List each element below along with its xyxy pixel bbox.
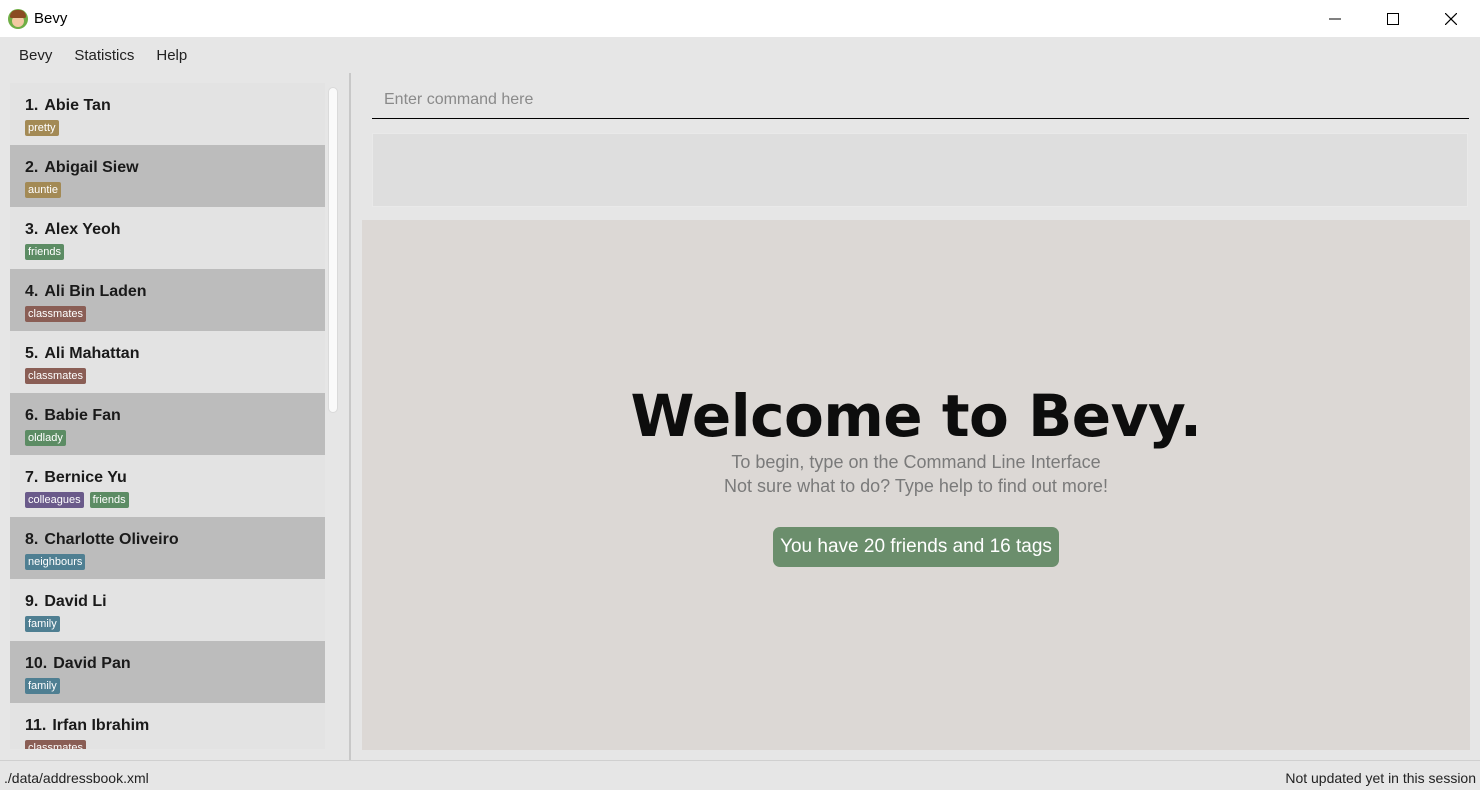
person-index: 10. — [25, 655, 48, 672]
person-card[interactable]: 6. Babie Fan oldlady — [10, 393, 325, 455]
person-name-row: 6. Babie Fan — [25, 407, 325, 427]
person-tags: auntie — [25, 182, 325, 198]
menu-help[interactable]: Help — [145, 47, 198, 64]
person-tags: classmates — [25, 306, 325, 322]
tag-badge: family — [25, 678, 60, 694]
person-name: David Li — [44, 593, 107, 610]
person-name-row: 11. Irfan Ibrahim — [25, 717, 325, 737]
person-card[interactable]: 5. Ali Mahattan classmates — [10, 331, 325, 393]
person-list[interactable]: 1. Abie Tan pretty 2. Abigail Siew auntie 3. Al… — [10, 83, 325, 749]
person-name-row: 3. Alex Yeoh — [25, 221, 325, 241]
tag-badge: family — [25, 616, 60, 632]
status-bar: ./data/addressbook.xml Not updated yet i… — [0, 760, 1480, 790]
person-card[interactable]: 4. Ali Bin Laden classmates — [10, 269, 325, 331]
person-name: Abigail Siew — [44, 159, 139, 176]
person-card[interactable]: 9. David Li family — [10, 579, 325, 641]
bevy-app-icon — [8, 8, 28, 29]
menu-bar: Bevy Statistics Help — [0, 37, 1480, 73]
person-tags: colleagues friends — [25, 492, 325, 508]
minimize-icon — [1329, 18, 1341, 19]
person-card[interactable]: 8. Charlotte Oliveiro neighbours — [10, 517, 325, 579]
welcome-panel: Welcome to Bevy. To begin, type on the C… — [362, 220, 1470, 750]
stats-badge: You have 20 friends and 16 tags — [773, 527, 1059, 567]
welcome-instruction: To begin, type on the Command Line Inter… — [731, 452, 1101, 472]
person-index: 2. — [25, 159, 39, 176]
tag-badge: auntie — [25, 182, 61, 198]
person-name: Charlotte Oliveiro — [44, 531, 179, 548]
person-card[interactable]: 3. Alex Yeoh friends — [10, 207, 325, 269]
close-icon — [1445, 12, 1457, 25]
sync-status: Not updated yet in this session — [1285, 770, 1476, 786]
tag-badge: friends — [89, 492, 129, 508]
person-name: Irfan Ibrahim — [52, 717, 150, 734]
person-name-row: 4. Ali Bin Laden — [25, 283, 325, 303]
person-index: 4. — [25, 283, 39, 300]
person-name-row: 10. David Pan — [25, 655, 325, 675]
person-name-row: 8. Charlotte Oliveiro — [25, 531, 325, 551]
tag-badge: pretty — [25, 120, 59, 136]
result-display — [372, 133, 1468, 207]
title-bar: Bevy — [0, 0, 1480, 37]
person-tags: neighbours — [25, 554, 325, 570]
tag-badge: colleagues — [25, 492, 84, 508]
person-index: 5. — [25, 345, 39, 362]
person-index: 8. — [25, 531, 39, 548]
person-name: Alex Yeoh — [44, 221, 121, 238]
tag-badge: classmates — [25, 306, 87, 322]
person-index: 9. — [25, 593, 39, 610]
person-index: 7. — [25, 469, 39, 486]
person-name: Ali Mahattan — [44, 345, 140, 362]
file-path: ./data/addressbook.xml — [4, 770, 149, 786]
person-card[interactable]: 11. Irfan Ibrahim classmates — [10, 703, 325, 749]
tag-badge: classmates — [25, 740, 87, 749]
person-tags: pretty — [25, 120, 325, 136]
person-name: Bernice Yu — [44, 469, 127, 486]
person-tags: oldlady — [25, 430, 325, 446]
person-tags: classmates — [25, 740, 325, 749]
maximize-button[interactable] — [1364, 0, 1422, 37]
command-input[interactable] — [384, 90, 1469, 109]
person-name: Babie Fan — [44, 407, 121, 424]
close-button[interactable] — [1422, 0, 1480, 37]
tag-badge: classmates — [25, 368, 87, 384]
person-name-row: 9. David Li — [25, 593, 325, 613]
person-name-row: 7. Bernice Yu — [25, 469, 325, 489]
person-card[interactable]: 10. David Pan family — [10, 641, 325, 703]
minimize-button[interactable] — [1306, 0, 1364, 37]
person-index: 3. — [25, 221, 39, 238]
person-tags: family — [25, 616, 325, 632]
person-index: 1. — [25, 97, 39, 114]
person-name-row: 5. Ali Mahattan — [25, 345, 325, 365]
tag-badge: oldlady — [25, 430, 66, 446]
person-tags: family — [25, 678, 325, 694]
welcome-title: Welcome to Bevy. — [630, 382, 1202, 450]
person-name: Abie Tan — [44, 97, 111, 114]
window-controls — [1306, 0, 1480, 37]
person-index: 11. — [25, 717, 47, 734]
person-name-row: 1. Abie Tan — [25, 97, 325, 117]
person-tags: friends — [25, 244, 325, 260]
person-card[interactable]: 7. Bernice Yu colleagues friends — [10, 455, 325, 517]
window-title: Bevy — [34, 10, 68, 27]
person-name: Ali Bin Laden — [44, 283, 147, 300]
menu-bevy[interactable]: Bevy — [8, 47, 63, 64]
tag-badge: neighbours — [25, 554, 86, 570]
person-list-scrollbar[interactable] — [328, 87, 338, 413]
tag-badge: friends — [25, 244, 65, 260]
person-card[interactable]: 2. Abigail Siew auntie — [10, 145, 325, 207]
person-name: David Pan — [53, 655, 131, 672]
person-name-row: 2. Abigail Siew — [25, 159, 325, 179]
command-box[interactable] — [372, 81, 1469, 119]
person-card[interactable]: 1. Abie Tan pretty — [10, 83, 325, 145]
welcome-help-hint: Not sure what to do? Type help to find o… — [724, 476, 1108, 496]
menu-statistics[interactable]: Statistics — [63, 47, 145, 64]
maximize-icon — [1387, 12, 1399, 25]
person-tags: classmates — [25, 368, 325, 384]
person-index: 6. — [25, 407, 39, 424]
